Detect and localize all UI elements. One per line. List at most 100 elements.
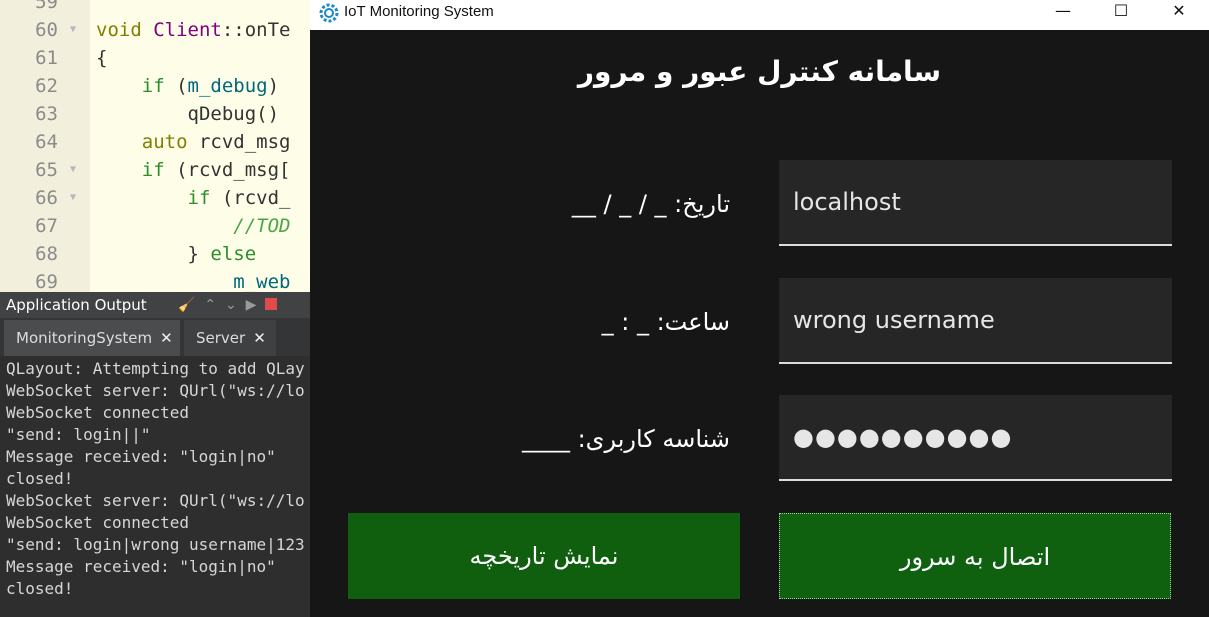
code-line: 67 //TOD xyxy=(0,212,310,240)
log-line: "send: login||" xyxy=(6,425,151,444)
code-text: } else xyxy=(96,240,257,268)
code-token: } xyxy=(96,243,211,265)
code-text: { xyxy=(96,44,107,72)
code-token: { xyxy=(96,47,108,69)
password-input[interactable]: ●●●●●●●●●● xyxy=(793,395,1012,479)
page-title: سامانه کنترل عبور و مرور xyxy=(577,55,942,88)
fold-arrow-icon[interactable]: ▼ xyxy=(70,156,82,184)
close-icon[interactable]: ✕ xyxy=(160,329,173,347)
code-line: 64 auto rcvd_msg xyxy=(0,128,310,156)
code-text: if (rcvd_msg[ xyxy=(96,156,291,184)
code-token: ) xyxy=(267,75,280,97)
code-token: (rcvd_msg[ xyxy=(176,159,291,181)
username-input[interactable] xyxy=(779,278,1172,362)
code-line: 62 if (m_debug) xyxy=(0,72,310,100)
time-label: ساعت: _ : _ xyxy=(601,308,730,336)
code-token: //TOD xyxy=(96,215,291,237)
output-toolbar-icons[interactable]: 🧹 ⌃ ⌄ ▶ xyxy=(178,292,277,318)
line-number: 64 xyxy=(35,131,58,153)
code-token: if xyxy=(96,187,222,209)
window-title: IoT Monitoring System xyxy=(344,3,494,20)
show-history-button[interactable]: نمایش تاریخچه xyxy=(348,513,740,599)
username-field[interactable] xyxy=(779,278,1172,364)
title-bar[interactable]: IoT Monitoring System — ☐ ✕ xyxy=(310,0,1209,30)
code-token: if xyxy=(96,159,177,181)
run-icon[interactable]: ▶ xyxy=(246,297,257,313)
tab-monitoringsystem[interactable]: MonitoringSystem ✕ xyxy=(4,320,180,356)
password-field[interactable]: ●●●●●●●●●● xyxy=(779,395,1172,481)
code-line: 65 ▼ if (rcvd_msg[ xyxy=(0,156,310,184)
arrow-up-icon[interactable]: ⌃ xyxy=(200,297,221,313)
stop-icon[interactable] xyxy=(264,298,277,310)
connect-to-server-button[interactable]: اتصال به سرور xyxy=(779,513,1171,599)
fold-arrow-icon[interactable]: ▼ xyxy=(70,16,82,44)
log-line: closed! xyxy=(6,469,74,488)
code-text: //TOD xyxy=(96,212,290,240)
date-label: تاریخ: _ / _ / __ xyxy=(571,190,730,218)
server-host-input[interactable] xyxy=(779,160,1172,244)
app-window: IoT Monitoring System — ☐ ✕ سامانه کنترل… xyxy=(310,0,1209,617)
code-token: m_web xyxy=(96,271,291,292)
code-line: 61 { xyxy=(0,44,310,72)
code-text: m_web xyxy=(96,268,290,292)
output-log[interactable]: QLayout: Attempting to add QLay WebSocke… xyxy=(0,356,310,617)
code-token: auto xyxy=(96,131,199,153)
line-number: 60 xyxy=(35,19,58,41)
output-panel-title: Application Output xyxy=(6,296,147,314)
line-number: 67 xyxy=(35,215,58,237)
code-line: 63 qDebug() xyxy=(0,100,310,128)
code-token: qDebug() xyxy=(96,103,280,125)
server-host-field[interactable] xyxy=(779,160,1172,246)
line-number: 59 xyxy=(35,0,58,13)
code-line: 66 ▼ if (rcvd_ xyxy=(0,184,310,212)
code-token: rcvd_msg xyxy=(198,131,291,153)
code-text: qDebug() xyxy=(96,100,280,128)
line-number: 69 xyxy=(35,271,58,292)
minimize-button[interactable]: — xyxy=(1034,0,1092,24)
clean-icon[interactable]: 🧹 xyxy=(178,297,195,313)
line-number: 66 xyxy=(35,187,58,209)
code-token: void xyxy=(96,19,154,41)
code-text: if (m_debug) xyxy=(96,72,279,100)
tab-label: Server xyxy=(196,329,246,347)
log-line: WebSocket connected xyxy=(6,403,190,422)
log-line: Message received: "login|no" xyxy=(6,557,276,576)
code-line: 68 } else xyxy=(0,240,310,268)
code-line: 59 xyxy=(0,0,310,16)
user-id-label: شناسه کاربری: ____ xyxy=(521,425,730,453)
log-line: WebSocket server: QUrl("ws://lo xyxy=(6,491,305,510)
code-text: void Client::onTe xyxy=(96,16,290,44)
code-token: ( xyxy=(176,75,188,97)
code-line: 60 ▼ void Client::onTe xyxy=(0,16,310,44)
code-line: 69 m_web xyxy=(0,268,310,292)
log-line: closed! xyxy=(6,579,74,598)
tab-label: MonitoringSystem xyxy=(16,329,153,347)
output-panel-toolbar: Application Output 🧹 ⌃ ⌄ ▶ xyxy=(0,292,310,318)
line-number: 63 xyxy=(35,103,58,125)
log-line: QLayout: Attempting to add QLay xyxy=(6,359,305,378)
log-line: Message received: "login|no" xyxy=(6,447,276,466)
log-line: WebSocket connected xyxy=(6,513,190,532)
line-number: 68 xyxy=(35,243,58,265)
line-number: 61 xyxy=(35,47,58,69)
code-token: (rcvd_ xyxy=(221,187,291,209)
arrow-down-icon[interactable]: ⌄ xyxy=(225,297,241,313)
code-editor[interactable]: 59 60 ▼ void Client::onTe 61{62 if (m_debug)… xyxy=(0,0,310,292)
line-number: 65 xyxy=(35,159,58,181)
code-token: Client xyxy=(153,19,222,41)
output-tabs: MonitoringSystem ✕ Server ✕ xyxy=(0,318,310,356)
close-button[interactable]: ✕ xyxy=(1150,0,1208,24)
fold-arrow-icon[interactable]: ▼ xyxy=(70,184,82,212)
line-number: 62 xyxy=(35,75,58,97)
tab-server[interactable]: Server ✕ xyxy=(184,320,276,356)
code-token: m_debug xyxy=(187,75,268,97)
app-gear-icon xyxy=(319,3,339,23)
maximize-button[interactable]: ☐ xyxy=(1092,0,1150,24)
log-line: "send: login|wrong username|123 xyxy=(6,535,305,554)
close-icon[interactable]: ✕ xyxy=(253,329,266,347)
code-token: else xyxy=(210,243,257,265)
log-line: WebSocket server: QUrl("ws://lo xyxy=(6,381,305,400)
code-token: ::onTe xyxy=(221,19,291,41)
code-text: auto rcvd_msg xyxy=(96,128,291,156)
code-text: if (rcvd_ xyxy=(96,184,291,212)
